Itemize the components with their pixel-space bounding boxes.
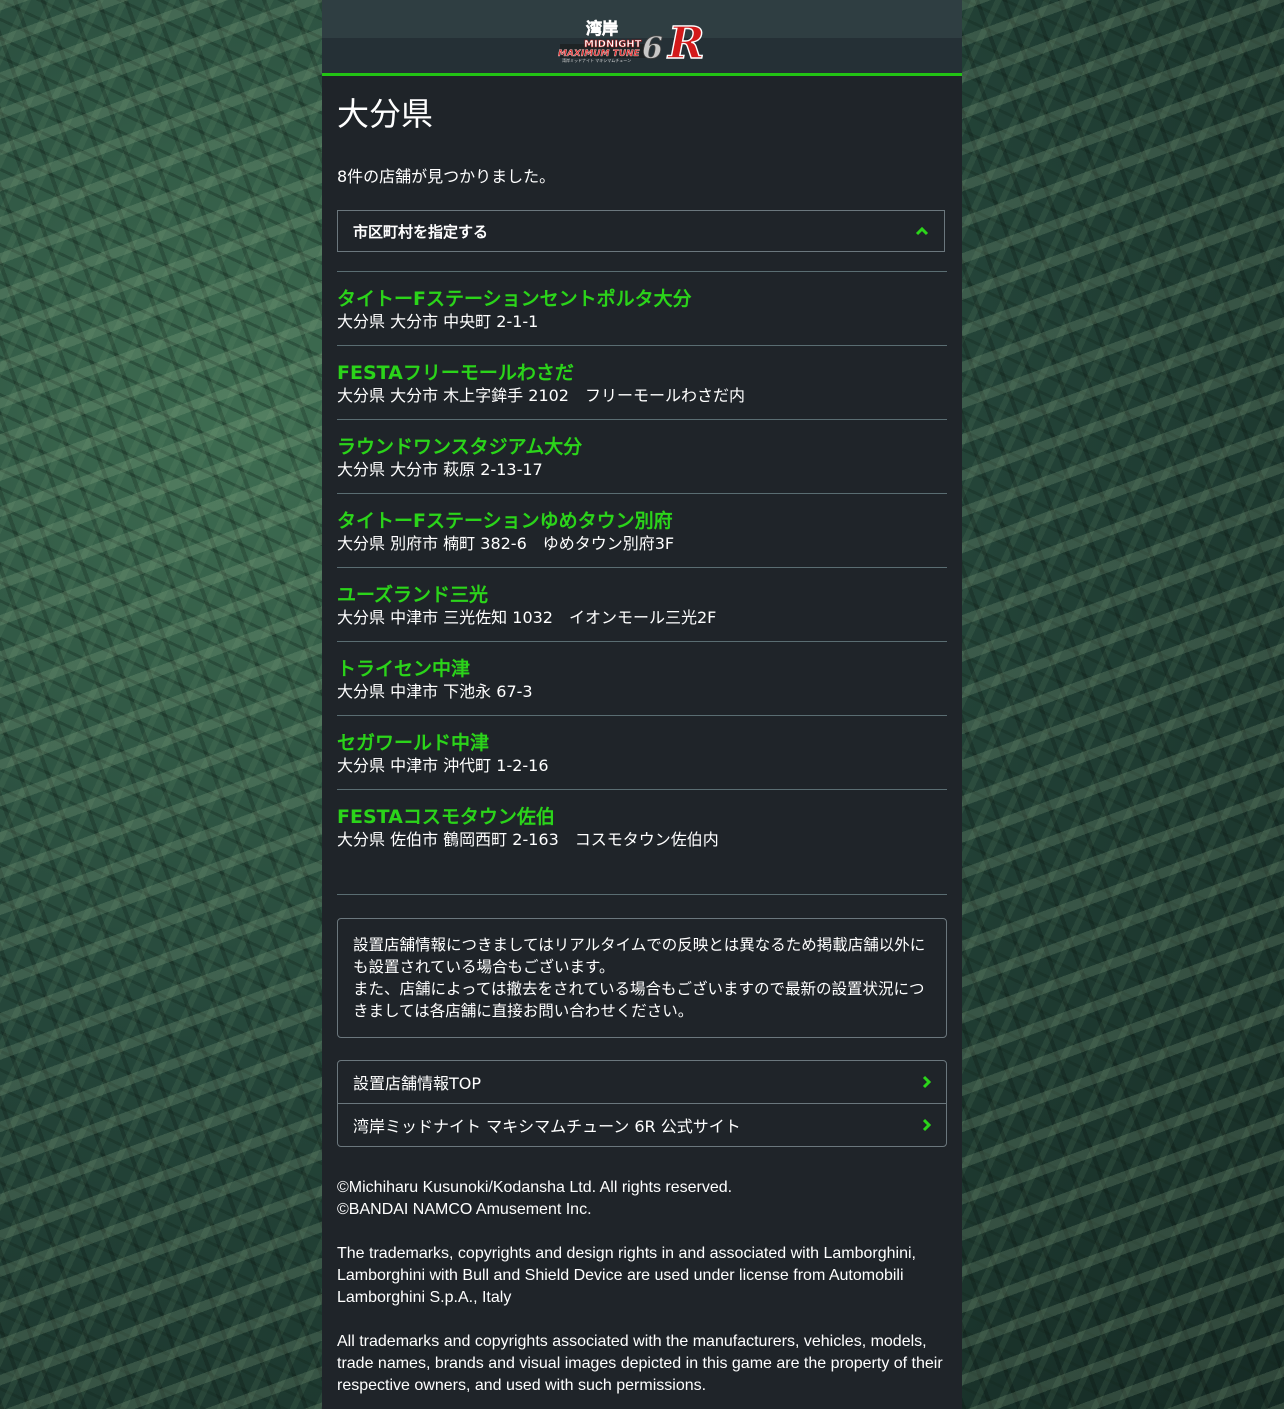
- header: 湾岸 MIDNIGHT MAXIMUM TUNE 湾岸ミッドナイト マキシマムチ…: [322, 0, 962, 76]
- store-name-link[interactable]: ユーズランド三光: [337, 582, 488, 608]
- link-list: 設置店舗情報TOP 湾岸ミッドナイト マキシマムチューン 6R 公式サイト: [337, 1060, 947, 1147]
- store-info-top-link[interactable]: 設置店舗情報TOP: [338, 1061, 946, 1103]
- divider: [337, 894, 947, 895]
- official-site-link[interactable]: 湾岸ミッドナイト マキシマムチューン 6R 公式サイト: [338, 1103, 946, 1146]
- store-name-link[interactable]: FESTAコスモタウン佐伯: [337, 804, 555, 830]
- store-name-link[interactable]: トライセン中津: [337, 656, 470, 682]
- main-panel: 湾岸 MIDNIGHT MAXIMUM TUNE 湾岸ミッドナイト マキシマムチ…: [322, 0, 962, 1409]
- svg-text:R: R: [666, 18, 705, 64]
- store-list: タイトーFステーションセントポルタ大分 大分県 大分市 中央町 2-1-1 FE…: [337, 271, 947, 863]
- notice-box: 設置店舗情報につきましてはリアルタイムでの反映とは異なるため掲載店舗以外にも設置…: [337, 918, 947, 1038]
- store-address: 大分県 佐伯市 鶴岡西町 2-163 コスモタウン佐伯内: [337, 830, 719, 849]
- svg-text:湾岸: 湾岸: [586, 19, 618, 38]
- notice-text: 設置店舗情報につきましてはリアルタイムでの反映とは異なるため掲載店舗以外にも設置…: [353, 936, 926, 976]
- store-address: 大分県 大分市 中央町 2-1-1: [337, 312, 539, 331]
- list-item: セガワールド中津 大分県 中津市 沖代町 1-2-16: [337, 716, 947, 790]
- wangan-midnight-6r-logo[interactable]: 湾岸 MIDNIGHT MAXIMUM TUNE 湾岸ミッドナイト マキシマムチ…: [556, 14, 730, 64]
- store-address: 大分県 大分市 木上字鉾手 2102 フリーモールわさだ内: [337, 386, 745, 405]
- store-name-link[interactable]: ラウンドワンスタジアム大分: [337, 434, 582, 460]
- copyright-kodansha: ©Michiharu Kusunoki/Kodansha Ltd. All ri…: [337, 1179, 733, 1196]
- background-left: [0, 0, 322, 1409]
- page-title: 大分県: [337, 95, 434, 133]
- store-address: 大分県 中津市 沖代町 1-2-16: [337, 756, 549, 775]
- list-item: トライセン中津 大分県 中津市 下池永 67-3: [337, 642, 947, 716]
- list-item: FESTAコスモタウン佐伯 大分県 佐伯市 鶴岡西町 2-163 コスモタウン佐…: [337, 790, 947, 863]
- list-item: タイトーFステーションゆめタウン別府 大分県 別府市 楠町 382-6 ゆめタウ…: [337, 494, 947, 568]
- city-filter-label: 市区町村を指定する: [353, 222, 489, 241]
- chevron-up-icon: [915, 226, 929, 236]
- result-count: 8件の店舗が見つかりました。: [337, 167, 556, 186]
- trademark-general: All trademarks and copyrights associated…: [337, 1333, 943, 1394]
- chevron-right-icon: [922, 1075, 931, 1089]
- store-name-link[interactable]: セガワールド中津: [337, 730, 489, 756]
- store-name-link[interactable]: タイトーFステーションゆめタウン別府: [337, 508, 673, 534]
- svg-text:湾岸ミッドナイト マキシマムチューン: 湾岸ミッドナイト マキシマムチューン: [562, 57, 631, 63]
- list-item: FESTAフリーモールわさだ 大分県 大分市 木上字鉾手 2102 フリーモール…: [337, 346, 947, 420]
- link-label: 湾岸ミッドナイト マキシマムチューン 6R 公式サイト: [353, 1117, 741, 1136]
- svg-text:6: 6: [642, 31, 663, 64]
- store-address: 大分県 中津市 三光佐知 1032 イオンモール三光2F: [337, 608, 717, 627]
- background-right: [962, 0, 1284, 1409]
- store-address: 大分県 別府市 楠町 382-6 ゆめタウン別府3F: [337, 534, 675, 553]
- store-address: 大分県 中津市 下池永 67-3: [337, 682, 533, 701]
- footer: ©Michiharu Kusunoki/Kodansha Ltd. All ri…: [337, 1177, 949, 1409]
- copyright-bandai-namco: ©BANDAI NAMCO Amusement Inc.: [337, 1201, 592, 1218]
- link-label: 設置店舗情報TOP: [353, 1074, 482, 1093]
- trademark-lamborghini: The trademarks, copyrights and design ri…: [337, 1245, 916, 1306]
- store-name-link[interactable]: FESTAフリーモールわさだ: [337, 360, 574, 386]
- store-address: 大分県 大分市 萩原 2-13-17: [337, 460, 543, 479]
- store-name-link[interactable]: タイトーFステーションセントポルタ大分: [337, 286, 692, 312]
- list-item: ユーズランド三光 大分県 中津市 三光佐知 1032 イオンモール三光2F: [337, 568, 947, 642]
- notice-text: また、店舗によっては撤去をされている場合もございますので最新の設置状況につきまし…: [353, 980, 925, 1020]
- list-item: ラウンドワンスタジアム大分 大分県 大分市 萩原 2-13-17: [337, 420, 947, 494]
- city-filter-toggle[interactable]: 市区町村を指定する: [337, 210, 945, 252]
- chevron-right-icon: [922, 1118, 931, 1132]
- list-item: タイトーFステーションセントポルタ大分 大分県 大分市 中央町 2-1-1: [337, 272, 947, 346]
